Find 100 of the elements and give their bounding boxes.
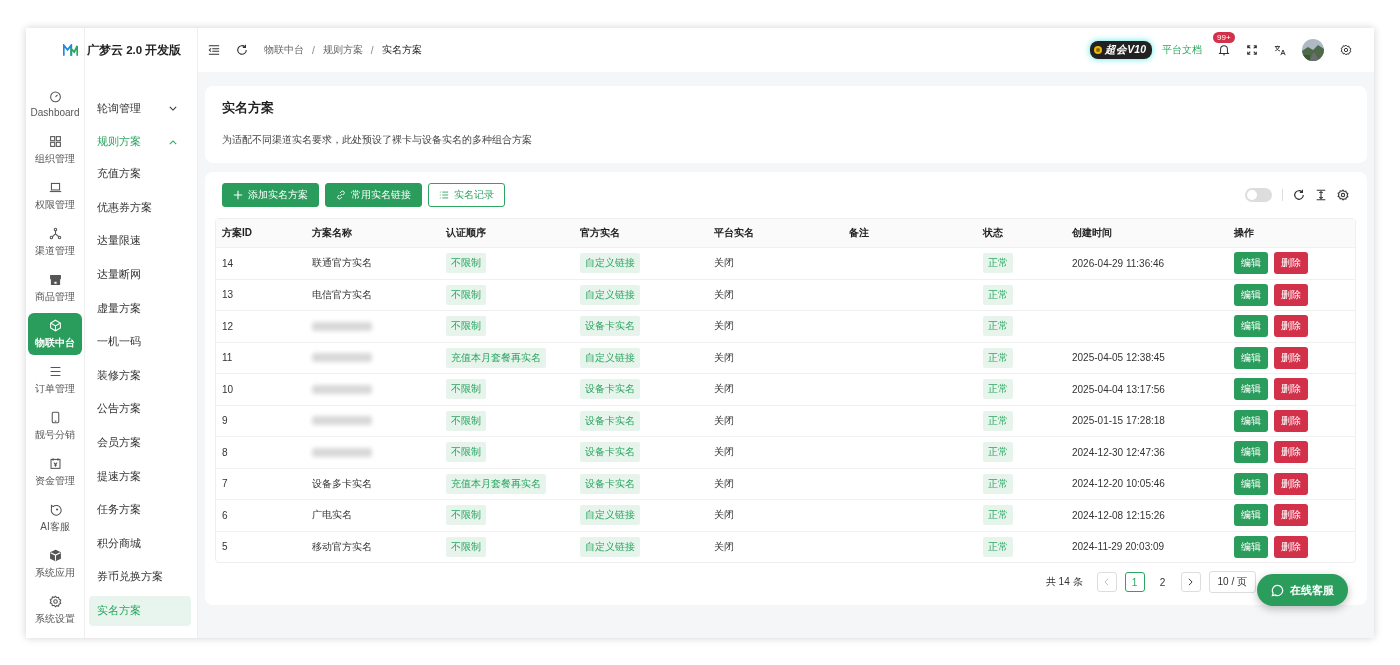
menu-item[interactable]: 券币兑换方案	[89, 562, 191, 593]
settings-icon[interactable]	[1340, 44, 1352, 56]
status-tag: 正常	[983, 284, 1013, 305]
table-cell: 2024-12-20 10:05:46	[1072, 478, 1165, 490]
table-cell: 2025-04-05 12:38:45	[1072, 352, 1165, 364]
menu-item[interactable]: 虚量方案	[89, 293, 191, 324]
delete-button[interactable]: 删除	[1274, 378, 1308, 401]
rail-item[interactable]: 系统应用	[28, 543, 82, 585]
rail-item[interactable]: 组织管理	[28, 129, 82, 171]
column-header: 认证顺序	[445, 226, 487, 240]
menu-item[interactable]: 一机一码	[89, 327, 191, 358]
toggle-switch[interactable]	[1245, 188, 1272, 202]
edit-button[interactable]: 编辑	[1234, 409, 1268, 432]
official-tag: 自定义链接	[580, 284, 640, 305]
status-tag: 正常	[983, 473, 1013, 494]
rail-item[interactable]: 物联中台	[28, 313, 82, 355]
box-icon	[48, 548, 62, 562]
toolbar-button[interactable]: 常用实名链接	[325, 183, 422, 207]
rail-item[interactable]: 资金管理	[28, 451, 82, 493]
app-title: 广梦云 2.0 开发版	[86, 42, 183, 58]
order-tag: 充值本月套餐再实名	[446, 347, 546, 368]
status-tag: 正常	[983, 410, 1013, 431]
status-tag: 正常	[983, 505, 1013, 526]
rail-item[interactable]: 渠道管理	[28, 221, 82, 263]
menu-fold-icon[interactable]	[208, 44, 220, 56]
table-cell: 2025-04-04 13:17:56	[1072, 383, 1165, 395]
rail-item[interactable]: Dashboard	[28, 83, 82, 125]
table-cell-text: 10	[221, 383, 235, 395]
table-cell-text: 关闭	[713, 476, 735, 491]
menu-item[interactable]: 公告方案	[89, 394, 191, 425]
edit-button[interactable]: 编辑	[1234, 441, 1268, 464]
order-tag: 不限制	[446, 536, 486, 557]
delete-button[interactable]: 删除	[1274, 252, 1308, 275]
menu-item[interactable]: 任务方案	[89, 495, 191, 526]
delete-button[interactable]: 删除	[1274, 409, 1308, 432]
menu-item[interactable]: 达量断网	[89, 259, 191, 290]
menu-item[interactable]: 优惠券方案	[89, 192, 191, 223]
chat-icon	[1271, 583, 1284, 597]
delete-button[interactable]: 删除	[1274, 472, 1308, 495]
rail-item[interactable]: 靓号分销	[28, 405, 82, 447]
edit-button[interactable]: 编辑	[1234, 315, 1268, 338]
rail-item[interactable]: AI客服	[28, 497, 82, 539]
breadcrumb-separator: /	[370, 44, 374, 56]
edit-button[interactable]: 编辑	[1234, 252, 1268, 275]
bell-icon[interactable]	[1218, 44, 1230, 56]
refresh-icon[interactable]	[1293, 189, 1305, 201]
delete-button[interactable]: 删除	[1274, 283, 1308, 306]
menu-item[interactable]: 提速方案	[89, 461, 191, 492]
fullscreen-icon[interactable]	[1246, 44, 1258, 56]
edit-button[interactable]: 编辑	[1234, 504, 1268, 527]
delete-button[interactable]: 删除	[1274, 504, 1308, 527]
delete-button[interactable]: 删除	[1274, 315, 1308, 338]
breadcrumb-separator: /	[312, 44, 315, 56]
breadcrumb-item[interactable]: 规则方案	[322, 43, 363, 57]
toolbar-button[interactable]: 实名记录	[428, 183, 505, 207]
breadcrumb-item[interactable]: 物联中台	[264, 43, 304, 57]
table-cell-text: 关闭	[713, 382, 735, 397]
table-cell: 设备多卡实名	[312, 476, 372, 491]
settings-icon[interactable]	[1337, 189, 1349, 201]
official-tag: 设备卡实名	[580, 316, 640, 337]
menu-item[interactable]: 积分商城	[89, 528, 191, 559]
rail-item[interactable]: 商品管理	[28, 267, 82, 309]
page-title: 实名方案	[222, 100, 275, 117]
order-tag: 不限制	[446, 253, 486, 274]
order-tag: 不限制	[446, 379, 486, 400]
rail-item[interactable]: 系统设置	[28, 589, 82, 631]
menu-group[interactable]: 轮询管理	[89, 92, 191, 126]
page-button[interactable]: 1	[1124, 572, 1145, 592]
rail-item[interactable]: 订单管理	[28, 359, 82, 401]
table-cell-text: 关闭	[713, 445, 735, 460]
refresh-icon[interactable]	[236, 44, 248, 56]
docs-link[interactable]: 平台文档	[1162, 43, 1202, 57]
status-tag: 正常	[983, 316, 1013, 337]
delete-button[interactable]: 删除	[1274, 441, 1308, 464]
menu-item[interactable]: 会员方案	[89, 427, 191, 458]
page-size-select[interactable]: 10 / 页	[1208, 571, 1256, 593]
table-cell-text: 9	[221, 415, 229, 427]
menu-item[interactable]: 装修方案	[89, 360, 191, 391]
edit-button[interactable]: 编辑	[1234, 535, 1268, 558]
laptop-icon	[48, 180, 62, 194]
breadcrumb-item: 实名方案	[381, 43, 422, 57]
vip-badge[interactable]: 超会V10	[1090, 41, 1152, 59]
menu-item[interactable]: 充值方案	[89, 159, 191, 190]
chat-button[interactable]: 在线客服	[1257, 574, 1348, 606]
edit-button[interactable]: 编辑	[1234, 378, 1268, 401]
chevron-icon	[169, 106, 177, 112]
edit-button[interactable]: 编辑	[1234, 472, 1268, 495]
column-height-icon[interactable]	[1315, 189, 1327, 201]
order-tag: 不限制	[446, 316, 486, 337]
translate-icon[interactable]	[1274, 44, 1286, 56]
delete-button[interactable]: 删除	[1274, 535, 1308, 558]
menu-group[interactable]: 规则方案	[89, 125, 191, 160]
edit-button[interactable]: 编辑	[1234, 346, 1268, 369]
toolbar-button[interactable]: 添加实名方案	[222, 183, 319, 207]
rail-item[interactable]: 权限管理	[28, 175, 82, 217]
delete-button[interactable]: 删除	[1274, 346, 1308, 369]
menu-item[interactable]: 达量限速	[89, 226, 191, 257]
edit-button[interactable]: 编辑	[1234, 283, 1268, 306]
chevron-icon	[169, 139, 177, 145]
official-tag: 自定义链接	[580, 505, 640, 526]
